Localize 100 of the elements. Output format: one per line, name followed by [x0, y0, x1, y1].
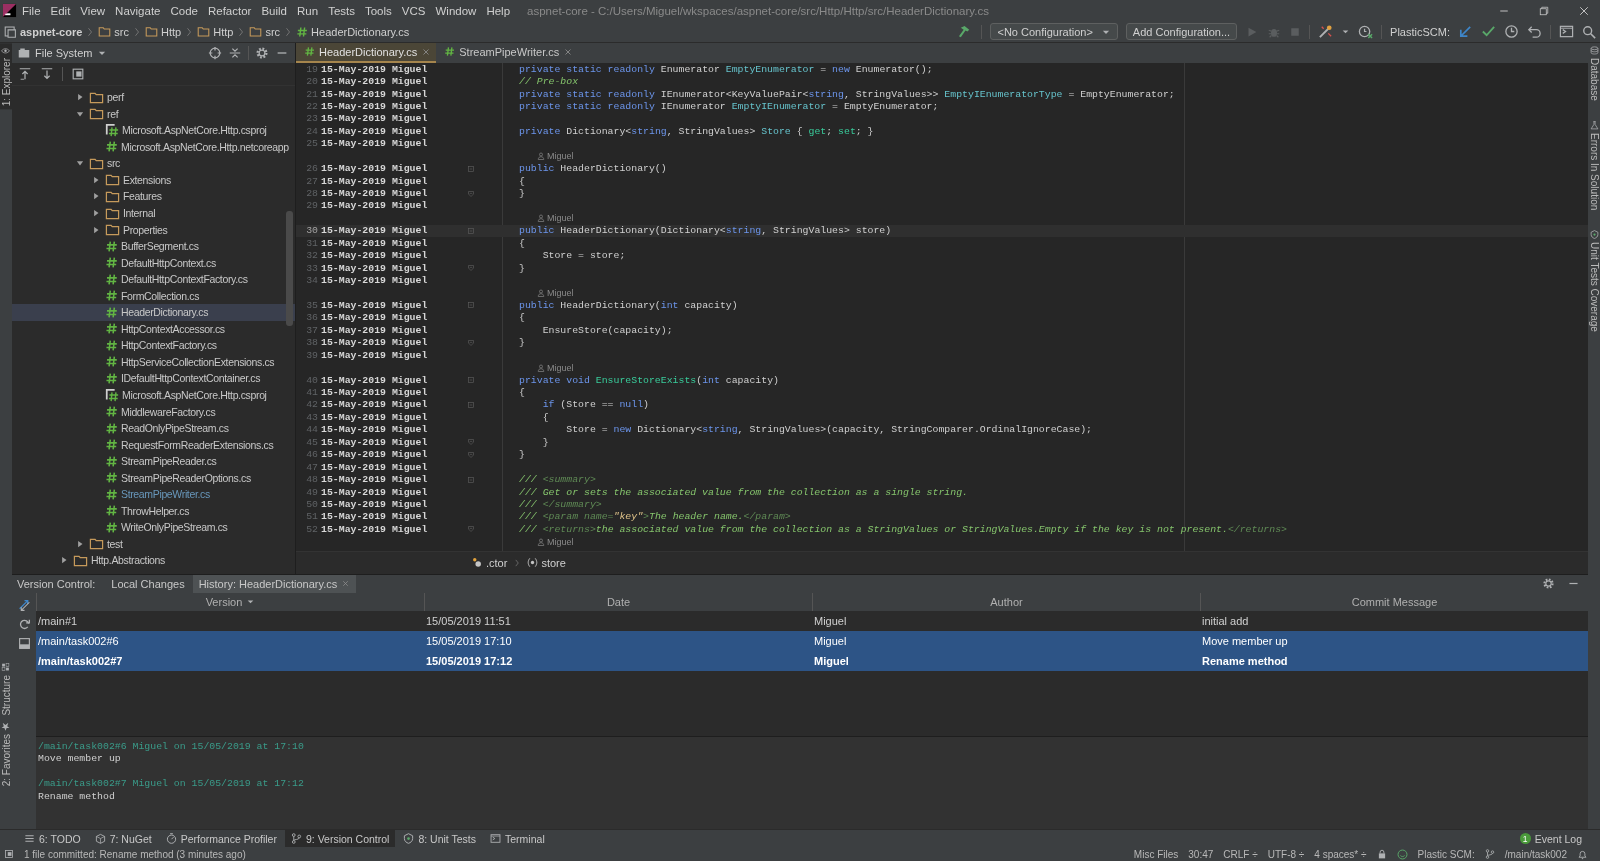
fold-marker-icon[interactable]: [466, 399, 476, 410]
breadcrumb[interactable]: store: [527, 556, 566, 569]
panel-tab[interactable]: History: HeaderDictionary.cs: [192, 574, 357, 593]
locate-icon[interactable]: [208, 45, 222, 60]
settings-icon[interactable]: [1542, 577, 1555, 591]
close-icon[interactable]: [563, 46, 574, 57]
close-icon[interactable]: [1578, 4, 1590, 17]
notification-icon[interactable]: [1577, 848, 1588, 860]
tree-item[interactable]: test: [12, 535, 295, 553]
tool-window-tab[interactable]: Database: [1588, 42, 1600, 104]
breadcrumb[interactable]: Http: [143, 25, 184, 39]
tree-item[interactable]: Properties: [12, 221, 295, 238]
search-icon[interactable]: [1582, 24, 1596, 39]
breadcrumb[interactable]: .ctor: [472, 556, 508, 569]
panel-icon[interactable]: [71, 66, 85, 81]
collapse-up-icon[interactable]: [18, 66, 32, 81]
tree-item[interactable]: DefaultHttpContext.cs: [12, 254, 295, 271]
tool-window-tab[interactable]: Unit Tests Coverage: [1588, 227, 1600, 335]
breadcrumb[interactable]: HeaderDictionary.cs: [294, 25, 412, 38]
tree-item[interactable]: HttpContextFactory.cs: [12, 337, 295, 354]
tree-item[interactable]: IDefaultHttpContextContainer.cs: [12, 370, 295, 387]
tree-item[interactable]: RequestFormReaderExtensions.cs: [12, 436, 295, 453]
tool-window-tab[interactable]: 1: Explorer: [0, 42, 12, 110]
close-icon[interactable]: [421, 46, 432, 57]
tool-window-button[interactable]: Terminal: [484, 830, 551, 848]
breadcrumb[interactable]: Http: [195, 25, 236, 39]
fold-marker-icon[interactable]: [466, 375, 476, 386]
tree-item[interactable]: Extensions: [12, 171, 295, 189]
tree-item[interactable]: Features: [12, 188, 295, 205]
menu-item[interactable]: View: [75, 2, 111, 19]
update-arrow-icon[interactable]: [1458, 24, 1473, 40]
tool-window-button[interactable]: 7: NuGet: [88, 830, 158, 848]
menu-item[interactable]: Run: [292, 2, 324, 19]
tree-item[interactable]: HttpContextAccessor.cs: [12, 320, 295, 338]
wand-icon[interactable]: [1318, 24, 1334, 40]
tree-item[interactable]: HeaderDictionary.cs: [12, 304, 295, 321]
event-log-button[interactable]: 1 Event Log: [1513, 830, 1588, 848]
table-row[interactable]: /main#1 15/05/2019 11:51 Miguel initial add: [36, 610, 1588, 631]
tree-item[interactable]: Internal: [12, 204, 295, 222]
tree-item[interactable]: MiddlewareFactory.cs: [12, 403, 295, 420]
fold-marker-icon[interactable]: [466, 163, 476, 174]
menu-item[interactable]: Navigate: [110, 2, 166, 19]
menu-item[interactable]: VCS: [396, 2, 431, 19]
tree-item[interactable]: src: [12, 155, 295, 172]
menu-item[interactable]: File: [17, 2, 46, 19]
tool-window-button[interactable]: 8: Unit Tests: [397, 830, 483, 848]
view-selector[interactable]: File System: [18, 46, 108, 59]
tree-item[interactable]: ReadOnlyPipeStream.cs: [12, 419, 295, 437]
menu-item[interactable]: Code: [165, 2, 203, 19]
menu-item[interactable]: Edit: [45, 2, 76, 19]
refresh-icon[interactable]: [17, 617, 31, 631]
tree-item[interactable]: StreamPipeReaderOptions.cs: [12, 469, 295, 487]
tool-window-button[interactable]: 9: Version Control: [284, 830, 396, 848]
menu-item[interactable]: Refactor: [202, 2, 257, 19]
smiley-icon[interactable]: [1396, 848, 1408, 860]
column-header[interactable]: Date: [424, 592, 812, 611]
panel-icon[interactable]: [17, 636, 31, 650]
tree-item[interactable]: ref: [12, 105, 295, 122]
fold-marker-icon[interactable]: [466, 474, 476, 485]
configuration-dropdown[interactable]: <No Configuration>: [990, 23, 1118, 41]
tree-item[interactable]: WriteOnlyPipeStream.cs: [12, 519, 295, 536]
fold-marker-icon[interactable]: [466, 300, 476, 311]
tree-item[interactable]: HttpServiceCollectionExtensions.cs: [12, 353, 295, 371]
breadcrumb[interactable]: src: [96, 25, 132, 39]
menu-item[interactable]: Window: [430, 2, 482, 19]
tree-item[interactable]: FormCollection.cs: [12, 287, 295, 304]
panel-tab[interactable]: Local Changes: [105, 574, 191, 593]
clock-icon[interactable]: [1358, 24, 1374, 40]
breadcrumb[interactable]: src: [247, 25, 283, 39]
tool-window-tab[interactable]: 2: Favorites: [0, 718, 12, 790]
tool-window-button[interactable]: 6: TODO: [18, 830, 87, 848]
tree-item[interactable]: DefaultHttpContextFactory.cs: [12, 270, 295, 288]
add-configuration-button[interactable]: Add Configuration...: [1125, 23, 1238, 41]
editor-tab[interactable]: HeaderDictionary.cs: [296, 42, 437, 63]
expand-down-icon[interactable]: [40, 66, 54, 81]
collapse-icon[interactable]: [228, 45, 242, 60]
menu-item[interactable]: Tools: [359, 2, 397, 19]
table-row[interactable]: /main/task002#6 15/05/2019 17:10 Miguel Move member up: [36, 630, 1588, 651]
history-clock-icon[interactable]: [1504, 24, 1519, 40]
lock-icon[interactable]: [1376, 849, 1387, 859]
table-row[interactable]: /main/task002#7 15/05/2019 17:12 Miguel Rename method: [36, 650, 1588, 671]
app-logo-icon[interactable]: [2, 3, 17, 19]
tree-item[interactable]: perf: [12, 88, 295, 106]
tree-item[interactable]: Http.Abstractions: [12, 552, 295, 569]
compare-icon[interactable]: [17, 598, 31, 612]
fold-marker-icon[interactable]: [466, 225, 476, 236]
breadcrumb[interactable]: aspnet-core: [2, 25, 85, 39]
tree-item[interactable]: Microsoft.AspNetCore.Http.netcoreapp: [12, 138, 295, 156]
column-header[interactable]: Version: [36, 592, 424, 611]
tree-item[interactable]: Microsoft.AspNetCore.Http.csproj: [12, 122, 295, 139]
restore-icon[interactable]: [1538, 4, 1550, 17]
undo-icon[interactable]: [1527, 24, 1542, 40]
menu-item[interactable]: Build: [256, 2, 292, 19]
column-header[interactable]: Author: [812, 592, 1200, 611]
settings-icon[interactable]: [255, 45, 269, 60]
tree-item[interactable]: StreamPipeReader.cs: [12, 452, 295, 470]
tree-item[interactable]: BufferSegment.cs: [12, 237, 295, 255]
tool-window-tab[interactable]: Structure: [0, 660, 12, 719]
terminal-icon[interactable]: [1559, 24, 1574, 40]
tool-window-tab[interactable]: Errors In Solution: [1588, 117, 1600, 213]
